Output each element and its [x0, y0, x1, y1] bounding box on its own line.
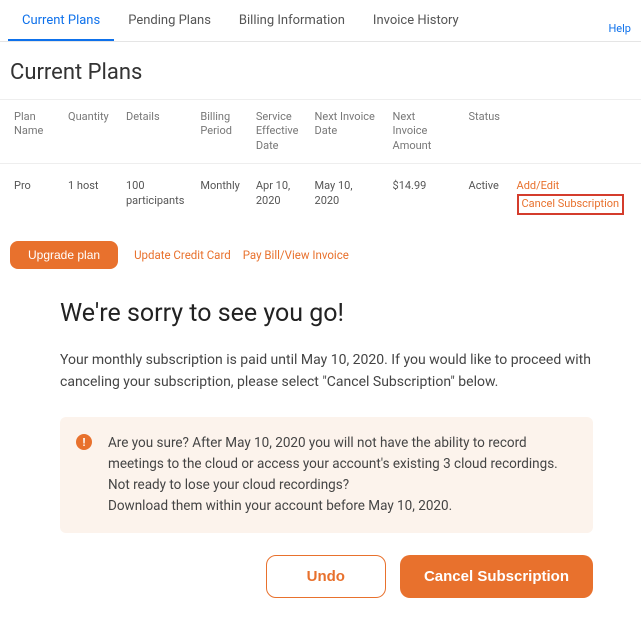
col-next-invoice-amount: Next Invoice Amount [385, 100, 461, 164]
warning-text: Are you sure? After May 10, 2020 you wil… [108, 433, 577, 517]
tab-billing-information[interactable]: Billing Information [225, 1, 359, 41]
cell-next-invoice-amount: $14.99 [385, 163, 461, 229]
cancel-subscription-link[interactable]: Cancel Subscription [522, 197, 620, 210]
col-actions [509, 100, 641, 164]
cell-details: 100 participants [118, 163, 192, 229]
table-row: Pro 1 host 100 participants Monthly Apr … [0, 163, 641, 229]
warning-icon: ! [76, 434, 92, 450]
tab-invoice-history[interactable]: Invoice History [359, 1, 473, 41]
plans-table: Plan Name Quantity Details Billing Perio… [0, 99, 641, 229]
cell-billing-period: Monthly [192, 163, 248, 229]
warning-box: ! Are you sure? After May 10, 2020 you w… [60, 417, 593, 533]
col-next-invoice-date: Next Invoice Date [307, 100, 385, 164]
cell-next-invoice-date: May 10, 2020 [307, 163, 385, 229]
tab-pending-plans[interactable]: Pending Plans [114, 1, 225, 41]
pay-bill-link[interactable]: Pay Bill/View Invoice [243, 248, 349, 262]
page-title: Current Plans [0, 42, 641, 99]
cell-quantity: 1 host [60, 163, 118, 229]
tab-current-plans[interactable]: Current Plans [8, 1, 114, 41]
cancel-panel: We're sorry to see you go! Your monthly … [0, 289, 641, 618]
col-effective-date: Service Effective Date [248, 100, 307, 164]
cancel-description: Your monthly subscription is paid until … [60, 350, 593, 393]
col-status: Status [461, 100, 509, 164]
col-quantity: Quantity [60, 100, 118, 164]
cell-plan-name: Pro [0, 163, 60, 229]
col-billing-period: Billing Period [192, 100, 248, 164]
actions-row: Upgrade plan Update Credit Card Pay Bill… [0, 229, 641, 289]
update-credit-card-link[interactable]: Update Credit Card [134, 248, 231, 262]
add-edit-link[interactable]: Add/Edit [517, 178, 633, 195]
cancel-subscription-button[interactable]: Cancel Subscription [400, 555, 593, 598]
cancel-title: We're sorry to see you go! [60, 299, 593, 328]
tabs-bar: Current Plans Pending Plans Billing Info… [0, 0, 641, 42]
upgrade-plan-button[interactable]: Upgrade plan [10, 241, 118, 269]
dialog-buttons: Undo Cancel Subscription [60, 555, 593, 598]
cell-actions: Add/Edit Cancel Subscription [509, 163, 641, 229]
cell-effective-date: Apr 10, 2020 [248, 163, 307, 229]
col-details: Details [118, 100, 192, 164]
help-link[interactable]: Help [608, 22, 631, 35]
cell-status: Active [461, 163, 509, 229]
undo-button[interactable]: Undo [266, 555, 386, 598]
cancel-subscription-highlight: Cancel Subscription [517, 194, 625, 215]
col-plan-name: Plan Name [0, 100, 60, 164]
